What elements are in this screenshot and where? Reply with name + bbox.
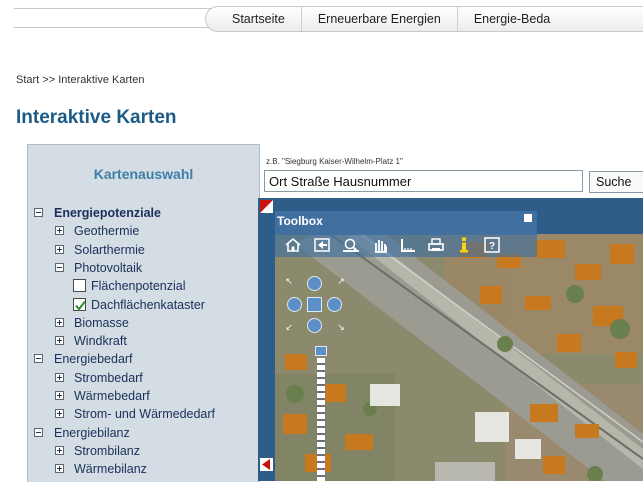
map-selection-heading: Kartenauswahl [93, 166, 194, 182]
toolbox-collapse-icon[interactable] [524, 214, 532, 222]
map-selection-panel: Kartenauswahl Energiepotenziale Geotherm… [27, 144, 260, 482]
pan-northwest-icon[interactable]: ↖ [284, 276, 294, 286]
tree-item-waermebilanz[interactable]: Wärmebilanz [28, 460, 258, 478]
pan-control: ↖ ↗ ↙ ↘ [284, 276, 346, 334]
tree-item-strom-und-waermebedarf[interactable]: Strom- und Wärmededarf [28, 405, 258, 423]
breadcrumb-current: Interaktive Karten [58, 74, 145, 86]
print-icon[interactable] [427, 237, 445, 253]
search-hint: z.B. "Siegburg Kaiser-Wilhelm-Platz 1" [266, 157, 403, 166]
zoom-slider[interactable] [315, 346, 327, 481]
address-search-input[interactable] [264, 170, 583, 192]
pan-southwest-icon[interactable]: ↙ [284, 322, 294, 332]
nav-tab-energie-bedarf[interactable]: Energie-Beda [456, 7, 566, 31]
help-icon[interactable]: ? [483, 237, 501, 253]
zoom-knob[interactable] [315, 346, 327, 356]
tree-group-energiepotenziale[interactable]: Energiepotenziale [28, 204, 258, 222]
toolbox-label: Toolbox [277, 214, 323, 228]
toolbox-tools: ? [275, 235, 537, 257]
zoom-steps [317, 358, 325, 481]
tree-group-energiebedarf[interactable]: Energiebedarf [28, 350, 258, 368]
expand-icon[interactable] [55, 317, 64, 327]
expand-icon[interactable] [55, 464, 64, 474]
layer-flaechenpotenzial[interactable]: Flächenpotenzial [28, 277, 258, 295]
pan-center-icon[interactable] [307, 297, 322, 312]
info-icon[interactable] [455, 237, 473, 253]
layer-dachflaechenkataster[interactable]: Dachflächenkataster [28, 296, 258, 314]
layer-checkbox-unchecked[interactable] [73, 279, 86, 293]
red-corner-icon [260, 200, 273, 213]
map-left-strip [258, 198, 275, 481]
pan-south-icon[interactable] [307, 318, 322, 333]
svg-text:?: ? [489, 241, 495, 252]
tree-item-strombedarf[interactable]: Strombedarf [28, 369, 258, 387]
collapse-icon[interactable] [34, 208, 43, 217]
home-icon[interactable] [284, 237, 302, 253]
expand-icon[interactable] [55, 372, 64, 382]
collapse-icon[interactable] [55, 262, 64, 272]
expand-icon[interactable] [55, 226, 64, 236]
tree-item-biomasse[interactable]: Biomasse [28, 314, 258, 332]
back-icon[interactable] [313, 237, 331, 253]
pan-north-icon[interactable] [307, 276, 322, 291]
measure-icon[interactable] [399, 237, 417, 253]
breadcrumb: Start >> Interaktive Karten [16, 74, 144, 86]
tree-group-energiebilanz[interactable]: Energiebilanz [28, 424, 258, 442]
expand-icon[interactable] [55, 445, 64, 455]
pan-west-icon[interactable] [287, 297, 302, 312]
collapse-sidebar-button[interactable] [260, 458, 273, 471]
tree-item-photovoltaik[interactable]: Photovoltaik [28, 259, 258, 277]
tree-item-waermebedarf[interactable]: Wärmebedarf [28, 387, 258, 405]
pan-southeast-icon[interactable]: ↘ [336, 322, 346, 332]
aerial-map-image[interactable] [275, 234, 643, 481]
breadcrumb-separator: >> [42, 74, 56, 86]
tree-item-strombilanz[interactable]: Strombilanz [28, 442, 258, 460]
search-button[interactable]: Suche [589, 171, 643, 193]
breadcrumb-start-link[interactable]: Start [16, 74, 39, 86]
map-viewer[interactable]: Toolbox ? ↖ ↗ ↙ ↘ [258, 198, 643, 481]
pan-northeast-icon[interactable]: ↗ [336, 276, 346, 286]
expand-icon[interactable] [55, 409, 64, 419]
nav-decoration [14, 8, 214, 28]
top-navigation: Startseite Erneuerbare Energien Energie-… [0, 0, 643, 34]
zoom-box-icon[interactable] [342, 237, 360, 253]
collapse-icon[interactable] [34, 427, 43, 437]
checkmark-icon [75, 300, 86, 311]
tree-item-geothermie[interactable]: Geothermie [28, 222, 258, 240]
expand-icon[interactable] [55, 336, 64, 346]
toolbox-header: Toolbox [275, 211, 537, 235]
nav-tab-strip: Startseite Erneuerbare Energien Energie-… [205, 6, 643, 32]
pan-hand-icon[interactable] [371, 237, 389, 253]
tree-item-solarthermie[interactable]: Solarthermie [28, 241, 258, 259]
nav-tab-erneuerbare-energien[interactable]: Erneuerbare Energien [300, 7, 457, 31]
expand-icon[interactable] [55, 391, 64, 400]
arrow-left-icon [262, 459, 270, 470]
expand-panel-button[interactable] [260, 200, 273, 213]
page-title: Interaktive Karten [16, 107, 177, 128]
layer-checkbox-checked[interactable] [73, 297, 86, 311]
expand-icon[interactable] [55, 244, 64, 254]
tree-item-windkraft[interactable]: Windkraft [28, 332, 258, 350]
pan-east-icon[interactable] [327, 297, 342, 312]
nav-tab-startseite[interactable]: Startseite [206, 7, 301, 31]
collapse-icon[interactable] [34, 354, 43, 364]
